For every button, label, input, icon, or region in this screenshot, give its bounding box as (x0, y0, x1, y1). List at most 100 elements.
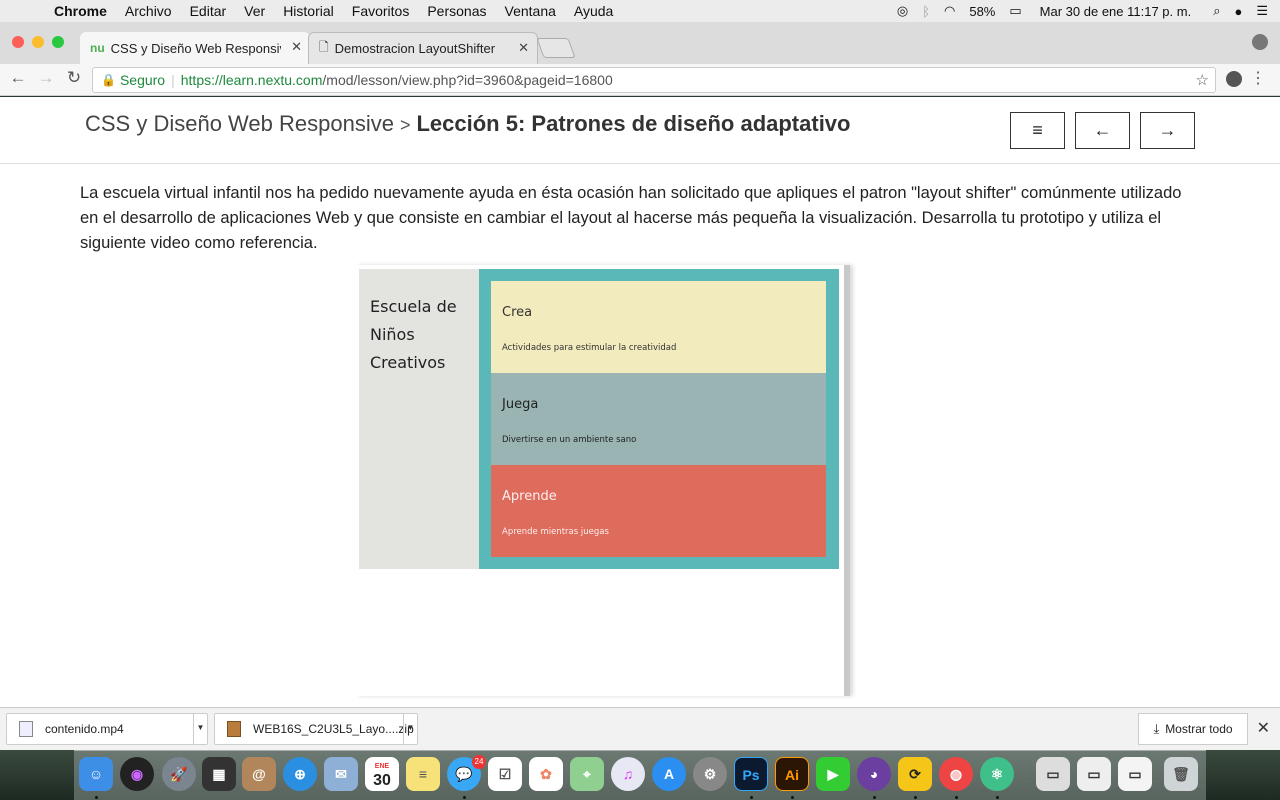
close-window-button[interactable] (12, 36, 24, 48)
running-indicator (750, 796, 753, 799)
running-indicator (955, 796, 958, 799)
zoom-window-button[interactable] (52, 36, 64, 48)
running-indicator (873, 796, 876, 799)
siri-icon[interactable]: ● (1234, 4, 1242, 19)
bookmark-star-icon[interactable]: ☆ (1196, 71, 1209, 89)
minimized-window-icon[interactable]: ▭ (1036, 757, 1070, 791)
show-all-label: Mostrar todo (1165, 722, 1233, 736)
downloads-shelf: contenido.mp4 ▼ WEB16S_C2U3L5_Layo....zi… (0, 707, 1280, 750)
running-indicator (463, 796, 466, 799)
illustrator-icon[interactable]: Ai (775, 757, 809, 791)
back-icon[interactable]: ← (8, 68, 28, 90)
menu-personas[interactable]: Personas (427, 3, 486, 19)
menu-historial[interactable]: Historial (283, 3, 334, 19)
url-path[interactable]: /mod/lesson/view.php?id=3960&pageid=1680… (322, 72, 612, 88)
mission-control-icon[interactable]: ▦ (202, 757, 236, 791)
creative-cloud-icon[interactable]: ◎ (897, 3, 908, 19)
address-bar[interactable]: 🔒 Seguro | https://learn.nextu.com /mod/… (92, 67, 1216, 93)
url-host[interactable]: https://learn.nextu.com (181, 72, 323, 88)
running-indicator (914, 796, 917, 799)
profile-avatar-icon[interactable] (1252, 34, 1268, 50)
demo-sidebar-title: Escuela de Niños Creativos (370, 297, 457, 372)
minimized-window-icon[interactable]: ▭ (1077, 757, 1111, 791)
new-tab-button[interactable] (536, 38, 576, 58)
tab-css-responsive[interactable]: nu CSS y Diseño Web Responsive ✕ (80, 32, 310, 64)
notification-center-icon[interactable]: ☰ (1256, 3, 1268, 19)
system-preferences-icon[interactable]: ⚙ (693, 757, 727, 791)
chrome-icon[interactable]: ◍ (939, 757, 973, 791)
github-desktop-icon[interactable]: ◕ (857, 757, 891, 791)
download-filename: WEB16S_C2U3L5_Layo....zip (253, 722, 414, 736)
minimized-window-icon[interactable]: ▭ (1118, 757, 1152, 791)
app-store-icon[interactable]: A (652, 757, 686, 791)
menu-ver[interactable]: Ver (244, 3, 265, 19)
close-tab-icon[interactable]: ✕ (291, 39, 302, 55)
macos-dock: ☺ ◉ 🚀 ▦ @ ⊕ ✉ ENE 30 ≡ 💬 24 ☑ ✿ ⌖ ♫ A ⚙ … (74, 750, 1206, 800)
video-player[interactable]: Escuela de Niños Creativos Crea Activida… (356, 265, 926, 696)
video-frame[interactable]: Escuela de Niños Creativos Crea Activida… (356, 265, 850, 696)
secure-label[interactable]: Seguro (120, 72, 165, 88)
download-icon: ⤓ (1153, 721, 1160, 736)
download-item-zip[interactable]: WEB16S_C2U3L5_Layo....zip ▼ (214, 713, 418, 745)
forward-icon[interactable]: → (36, 68, 56, 90)
photos-icon[interactable]: ✿ (529, 757, 563, 791)
reminders-icon[interactable]: ☑ (488, 757, 522, 791)
close-tab-icon[interactable]: ✕ (518, 40, 529, 56)
lesson-menu-button[interactable]: ≡ (1010, 112, 1065, 149)
finder-icon[interactable]: ☺ (79, 757, 113, 791)
menu-ventana[interactable]: Ventana (505, 3, 556, 19)
launchpad-icon[interactable]: 🚀 (162, 757, 196, 791)
macos-menu-bar: Chrome Archivo Editar Ver Historial Favo… (0, 0, 1280, 22)
page-icon: 🗋 (319, 40, 329, 54)
clock[interactable]: Mar 30 de ene 11:17 p. m. (1040, 4, 1192, 19)
lock-icon[interactable]: 🔒 (101, 73, 116, 87)
extension-icon[interactable] (1226, 71, 1242, 87)
chevron-down-icon[interactable]: ▼ (403, 714, 417, 744)
menu-app-name[interactable]: Chrome (54, 3, 107, 19)
menu-editar[interactable]: Editar (190, 3, 227, 19)
facetime-icon[interactable]: ▶ (816, 757, 850, 791)
mail-icon[interactable]: ✉ (324, 757, 358, 791)
breadcrumb-course-link[interactable]: CSS y Diseño Web Responsive (85, 111, 394, 136)
sync-icon[interactable]: ⟳ (898, 757, 932, 791)
calendar-icon[interactable]: ENE 30 (365, 757, 399, 791)
itunes-icon[interactable]: ♫ (611, 757, 645, 791)
running-indicator (791, 796, 794, 799)
next-page-button[interactable]: → (1140, 112, 1195, 149)
safari-icon[interactable]: ⊕ (283, 757, 317, 791)
menu-ayuda[interactable]: Ayuda (574, 3, 613, 19)
close-shelf-icon[interactable]: ✕ (1257, 718, 1270, 738)
demo-sidebar: Escuela de Niños Creativos (359, 269, 479, 569)
trash-icon[interactable]: 🗑 (1164, 757, 1198, 791)
notes-icon[interactable]: ≡ (406, 757, 440, 791)
bluetooth-icon[interactable]: ᛒ (922, 4, 930, 19)
chevron-down-icon[interactable]: ▼ (193, 714, 207, 744)
atom-icon[interactable]: ⚛ (980, 757, 1014, 791)
siri-icon[interactable]: ◉ (120, 757, 154, 791)
download-item-mp4[interactable]: contenido.mp4 ▼ (6, 713, 208, 745)
photoshop-icon[interactable]: Ps (734, 757, 768, 791)
maps-icon[interactable]: ⌖ (570, 757, 604, 791)
battery-percent[interactable]: 58% (969, 4, 995, 19)
archive-icon (227, 721, 241, 737)
reload-icon[interactable]: ↻ (64, 68, 84, 90)
contacts-icon[interactable]: @ (242, 757, 276, 791)
card-title: Crea (502, 305, 533, 320)
tab-demostracion[interactable]: 🗋 Demostracion LayoutShifter ✕ (308, 32, 538, 64)
tab-title: CSS y Diseño Web Responsive (110, 40, 281, 56)
menu-archivo[interactable]: Archivo (125, 3, 172, 19)
browser-toolbar: ← → ↻ 🔒 Seguro | https://learn.nextu.com… (0, 64, 1280, 96)
chrome-menu-icon[interactable]: ⋮ (1250, 68, 1266, 88)
wifi-icon[interactable]: ◠ (944, 3, 955, 19)
menu-favoritos[interactable]: Favoritos (352, 3, 410, 19)
browser-tab-strip: nu CSS y Diseño Web Responsive ✕ 🗋 Demos… (0, 22, 1280, 64)
demo-card-aprende: Aprende Aprende mientras juegas (491, 465, 826, 557)
battery-icon[interactable]: ▭ (1009, 3, 1021, 19)
minimize-window-button[interactable] (32, 36, 44, 48)
show-all-downloads-button[interactable]: ⤓ Mostrar todo (1138, 713, 1248, 745)
demo-card-juega: Juega Divertirse en un ambiente sano (491, 373, 826, 465)
spotlight-search-icon[interactable]: ⌕ (1213, 3, 1220, 19)
previous-page-button[interactable]: ← (1075, 112, 1130, 149)
lesson-header: CSS y Diseño Web Responsive > Lección 5: P… (0, 97, 1280, 164)
running-indicator (996, 796, 999, 799)
